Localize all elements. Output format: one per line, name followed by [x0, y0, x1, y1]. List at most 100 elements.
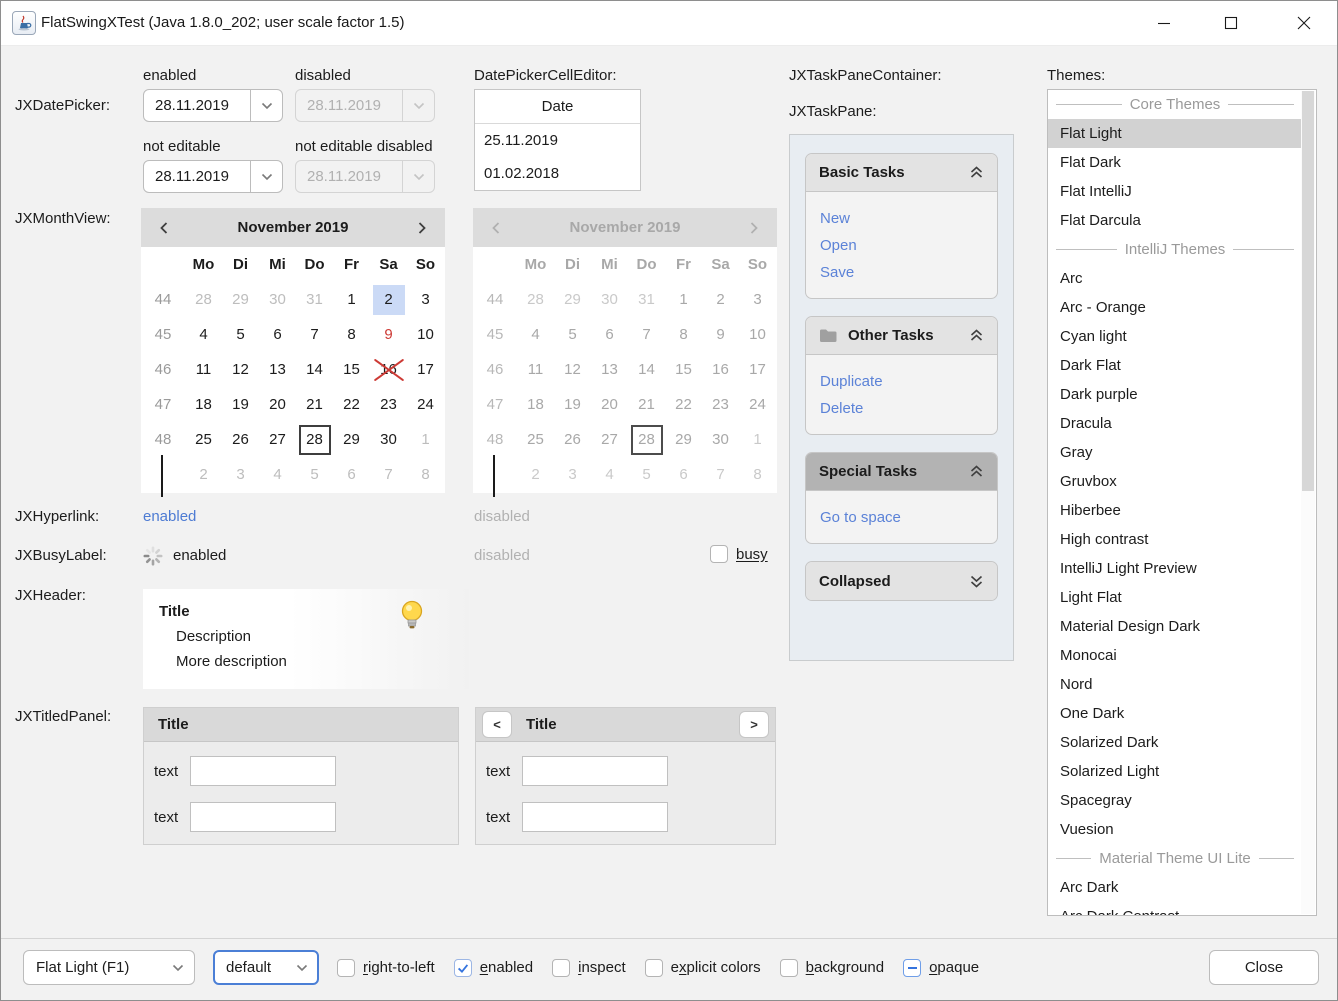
theme-list-item[interactable]: High contrast — [1048, 525, 1302, 554]
calendar-day[interactable]: 4 — [185, 317, 222, 352]
theme-list-item[interactable]: Spacegray — [1048, 786, 1302, 815]
theme-list-item[interactable]: Flat IntelliJ — [1048, 177, 1302, 206]
theme-list-item[interactable]: Material Design Dark — [1048, 612, 1302, 641]
checkbox-box[interactable] — [552, 959, 570, 977]
datepicker-value[interactable]: 28.11.2019 — [144, 161, 250, 192]
table-row[interactable]: 01.02.2018 — [475, 157, 640, 190]
theme-list-item[interactable]: Flat Light — [1048, 119, 1302, 148]
calendar-day[interactable]: 6 — [333, 457, 370, 492]
theme-list-item[interactable]: Arc Dark — [1048, 873, 1302, 902]
hyperlink-enabled[interactable]: enabled — [143, 508, 196, 525]
close-window-button[interactable] — [1275, 1, 1333, 44]
checkbox-box[interactable] — [780, 959, 798, 977]
taskpane-link-duplicate[interactable]: Duplicate — [820, 368, 997, 395]
lookandfeel-combobox[interactable]: Flat Light (F1) — [23, 950, 195, 985]
themes-listbox[interactable]: Core ThemesFlat LightFlat DarkFlat Intel… — [1047, 89, 1317, 916]
theme-list-item[interactable]: Hiberbee — [1048, 496, 1302, 525]
checkbox-busy[interactable]: busy — [710, 545, 768, 563]
checkbox-box[interactable] — [903, 959, 921, 977]
datepicker-dropdown-button[interactable] — [250, 90, 282, 121]
calendar-day[interactable]: 29 — [333, 422, 370, 457]
calendar-day[interactable]: 30 — [259, 282, 296, 317]
theme-list-item[interactable]: Dark Flat — [1048, 351, 1302, 380]
theme-list-item[interactable]: Flat Dark — [1048, 148, 1302, 177]
datepicker-enabled[interactable]: 28.11.2019 — [143, 89, 283, 122]
taskpane-link-new[interactable]: New — [820, 205, 997, 232]
calendar-day[interactable]: 19 — [222, 387, 259, 422]
scrollbar-track[interactable] — [1301, 91, 1315, 914]
taskpane-header[interactable]: Collapsed — [806, 562, 997, 600]
minimize-button[interactable] — [1135, 1, 1193, 44]
taskpane-header[interactable]: Special Tasks — [806, 453, 997, 491]
collapse-chevrons-icon[interactable] — [969, 328, 984, 343]
calendar-day[interactable]: 10 — [407, 317, 444, 352]
theme-list-item[interactable]: Arc — [1048, 264, 1302, 293]
checkbox-box[interactable] — [454, 959, 472, 977]
calendar-day[interactable]: 9 — [370, 317, 407, 352]
calendar-day[interactable]: 29 — [222, 282, 259, 317]
theme-list-item[interactable]: Arc Dark Contrast — [1048, 902, 1302, 916]
calendar-day[interactable]: 28 — [185, 282, 222, 317]
table-column-header[interactable]: Date — [475, 90, 640, 124]
prev-month-button[interactable] — [153, 217, 175, 239]
calendar-day[interactable]: 12 — [222, 352, 259, 387]
panel-next-button[interactable]: > — [739, 711, 769, 738]
checkbox-box[interactable] — [710, 545, 728, 563]
text-input[interactable] — [190, 756, 336, 786]
calendar-day[interactable]: 2 — [370, 282, 407, 317]
checkbox-box[interactable] — [645, 959, 663, 977]
calendar-day[interactable]: 8 — [407, 457, 444, 492]
calendar-day[interactable]: 3 — [222, 457, 259, 492]
calendar-day[interactable]: 11 — [185, 352, 222, 387]
datepicker-dropdown-button[interactable] — [250, 161, 282, 192]
calendar-day[interactable]: 22 — [333, 387, 370, 422]
text-input[interactable] — [522, 756, 668, 786]
calendar-day[interactable]: 1 — [407, 422, 444, 457]
taskpane-header[interactable]: Basic Tasks — [806, 154, 997, 192]
calendar-day[interactable]: 5 — [296, 457, 333, 492]
calendar-day[interactable]: 30 — [370, 422, 407, 457]
theme-list-item[interactable]: Light Flat — [1048, 583, 1302, 612]
checkbox-opaque[interactable]: opaque — [903, 959, 979, 977]
text-input[interactable] — [522, 802, 668, 832]
calendar-day[interactable]: 25 — [185, 422, 222, 457]
theme-list-item[interactable]: Solarized Light — [1048, 757, 1302, 786]
calendar-day[interactable]: 5 — [222, 317, 259, 352]
theme-list-item[interactable]: Dark purple — [1048, 380, 1302, 409]
calendar-day[interactable]: 8 — [333, 317, 370, 352]
theme-list-item[interactable]: Monocai — [1048, 641, 1302, 670]
calendar-day[interactable]: 21 — [296, 387, 333, 422]
calendar-day[interactable]: 13 — [259, 352, 296, 387]
checkbox-right-to-left[interactable]: right-to-left — [337, 959, 435, 977]
theme-list-item[interactable]: Dracula — [1048, 409, 1302, 438]
calendar-day[interactable]: 3 — [407, 282, 444, 317]
checkbox-background[interactable]: background — [780, 959, 884, 977]
checkbox-box[interactable] — [337, 959, 355, 977]
theme-list-item[interactable]: Gray — [1048, 438, 1302, 467]
datepicker-not-editable[interactable]: 28.11.2019 — [143, 160, 283, 193]
calendar-day[interactable]: 17 — [407, 352, 444, 387]
taskpane-header[interactable]: Other Tasks — [806, 317, 997, 355]
calendar-day[interactable]: 24 — [407, 387, 444, 422]
next-month-button[interactable] — [411, 217, 433, 239]
maximize-button[interactable] — [1202, 1, 1260, 44]
calendar-day[interactable]: 15 — [333, 352, 370, 387]
checkbox-enabled[interactable]: enabled — [454, 959, 533, 977]
text-input[interactable] — [190, 802, 336, 832]
checkbox-inspect[interactable]: inspect — [552, 959, 626, 977]
close-button[interactable]: Close — [1209, 950, 1319, 985]
theme-list-item[interactable]: Cyan light — [1048, 322, 1302, 351]
panel-prev-button[interactable]: < — [482, 711, 512, 738]
theme-list-item[interactable]: Solarized Dark — [1048, 728, 1302, 757]
expand-chevrons-icon[interactable] — [969, 574, 984, 589]
calendar-day[interactable]: 6 — [259, 317, 296, 352]
theme-list-item[interactable]: Gruvbox — [1048, 467, 1302, 496]
table-row[interactable]: 25.11.2019 — [475, 124, 640, 157]
theme-list-item[interactable]: IntelliJ Light Preview — [1048, 554, 1302, 583]
calendar-day[interactable]: 7 — [296, 317, 333, 352]
theme-list-item[interactable]: Arc - Orange — [1048, 293, 1302, 322]
calendar-day[interactable]: 4 — [259, 457, 296, 492]
calendar-day[interactable]: 28 — [296, 422, 333, 457]
taskpane-link-open[interactable]: Open — [820, 232, 997, 259]
calendar-day[interactable]: 26 — [222, 422, 259, 457]
